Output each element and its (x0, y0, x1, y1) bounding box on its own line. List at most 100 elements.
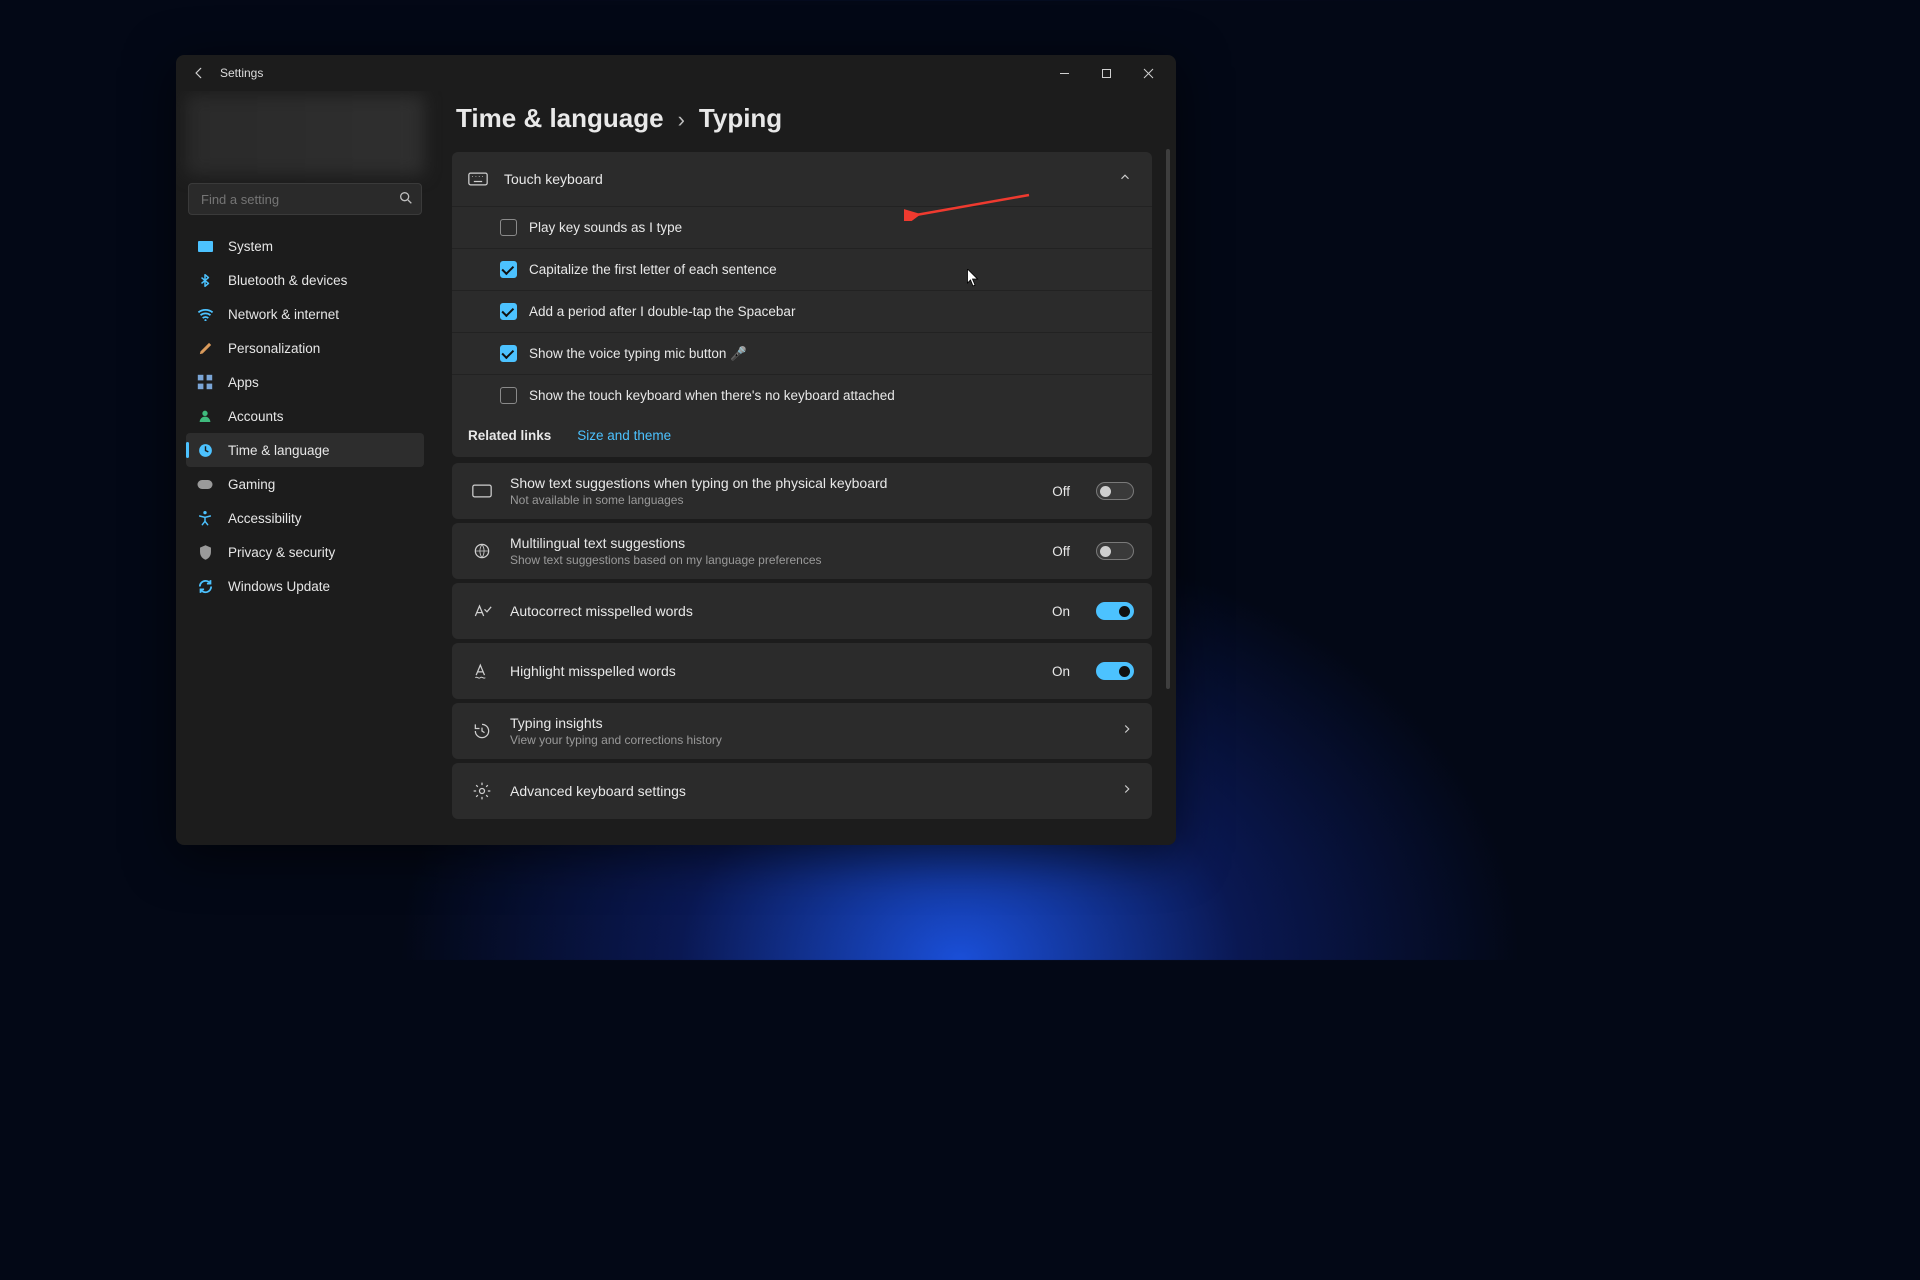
sidebar-item-label: Accessibility (228, 511, 302, 526)
close-icon (1143, 68, 1154, 79)
settings-window: Settings System Bluetooth & devices (176, 55, 1176, 845)
sidebar-item-label: Personalization (228, 341, 320, 356)
option-capitalize-first[interactable]: Capitalize the first letter of each sent… (452, 248, 1152, 290)
chevron-right-icon (1120, 722, 1134, 741)
chevron-up-icon (1118, 170, 1132, 189)
sidebar-item-bluetooth[interactable]: Bluetooth & devices (186, 263, 424, 297)
wifi-icon (196, 305, 214, 323)
setting-autocorrect[interactable]: Autocorrect misspelled words On (452, 583, 1152, 639)
setting-subtitle: Show text suggestions based on my langua… (510, 553, 1036, 567)
checkbox[interactable] (500, 345, 517, 362)
titlebar: Settings (176, 55, 1176, 91)
toggle-switch[interactable] (1096, 542, 1134, 560)
sidebar-item-label: System (228, 239, 273, 254)
page-title: Typing (699, 103, 782, 134)
setting-multilingual-suggestions[interactable]: Multilingual text suggestions Show text … (452, 523, 1152, 579)
sidebar-item-accounts[interactable]: Accounts (186, 399, 424, 433)
search-icon (398, 190, 414, 211)
person-icon (196, 407, 214, 425)
sidebar-item-accessibility[interactable]: Accessibility (186, 501, 424, 535)
display-icon (196, 237, 214, 255)
apps-icon (196, 373, 214, 391)
related-links-label: Related links (468, 428, 551, 443)
scrollbar[interactable] (1166, 149, 1170, 689)
checkbox[interactable] (500, 387, 517, 404)
setting-title: Autocorrect misspelled words (510, 603, 1036, 619)
main-content: Time & language › Typing Touch keyboard (434, 91, 1176, 845)
related-links: Related links Size and theme (452, 416, 1152, 457)
sidebar-item-gaming[interactable]: Gaming (186, 467, 424, 501)
sidebar-item-update[interactable]: Windows Update (186, 569, 424, 603)
option-play-key-sounds[interactable]: Play key sounds as I type (452, 206, 1152, 248)
setting-advanced-keyboard[interactable]: Advanced keyboard settings (452, 763, 1152, 819)
option-label: Play key sounds as I type (529, 220, 682, 235)
sidebar-item-system[interactable]: System (186, 229, 424, 263)
option-show-touch-keyboard[interactable]: Show the touch keyboard when there's no … (452, 374, 1152, 416)
minimize-button[interactable] (1044, 58, 1084, 88)
sidebar-item-label: Time & language (228, 443, 330, 458)
touch-keyboard-header[interactable]: Touch keyboard (452, 152, 1152, 206)
sidebar-item-apps[interactable]: Apps (186, 365, 424, 399)
setting-typing-insights[interactable]: Typing insights View your typing and cor… (452, 703, 1152, 759)
checkbox[interactable] (500, 303, 517, 320)
user-profile[interactable] (186, 95, 424, 175)
setting-title: Highlight misspelled words (510, 663, 1036, 679)
sidebar-item-label: Bluetooth & devices (228, 273, 347, 288)
card-title: Touch keyboard (504, 171, 1118, 187)
bluetooth-icon (196, 271, 214, 289)
option-label: Capitalize the first letter of each sent… (529, 262, 777, 277)
size-theme-link[interactable]: Size and theme (577, 428, 671, 443)
toggle-state: On (1052, 664, 1070, 679)
shield-icon (196, 543, 214, 561)
minimize-icon (1059, 68, 1070, 79)
close-button[interactable] (1128, 58, 1168, 88)
update-icon (196, 577, 214, 595)
sidebar-item-label: Gaming (228, 477, 275, 492)
accessibility-icon (196, 509, 214, 527)
toggle-state: Off (1052, 544, 1070, 559)
toggle-state: Off (1052, 484, 1070, 499)
sidebar-item-label: Accounts (228, 409, 284, 424)
setting-subtitle: View your typing and corrections history (510, 733, 1104, 747)
setting-title: Show text suggestions when typing on the… (510, 475, 1036, 491)
option-double-tap-period[interactable]: Add a period after I double-tap the Spac… (452, 290, 1152, 332)
touch-keyboard-card: Touch keyboard Play key sounds as I type… (452, 152, 1152, 457)
checkbox[interactable] (500, 219, 517, 236)
toggle-switch[interactable] (1096, 482, 1134, 500)
window-title: Settings (220, 66, 263, 80)
toggle-switch[interactable] (1096, 662, 1134, 680)
keyboard-icon (468, 172, 494, 186)
gear-icon (470, 781, 494, 801)
globe-text-icon (470, 541, 494, 561)
setting-title: Typing insights (510, 715, 1104, 731)
back-button[interactable] (188, 62, 210, 84)
search-input[interactable] (188, 183, 422, 215)
globe-clock-icon (196, 441, 214, 459)
sidebar-item-privacy[interactable]: Privacy & security (186, 535, 424, 569)
setting-title: Multilingual text suggestions (510, 535, 1036, 551)
sidebar-item-personalization[interactable]: Personalization (186, 331, 424, 365)
sidebar-item-label: Network & internet (228, 307, 339, 322)
sidebar-item-label: Privacy & security (228, 545, 335, 560)
toggle-switch[interactable] (1096, 602, 1134, 620)
sidebar-item-time-language[interactable]: Time & language (186, 433, 424, 467)
setting-physical-suggestions[interactable]: Show text suggestions when typing on the… (452, 463, 1152, 519)
maximize-button[interactable] (1086, 58, 1126, 88)
breadcrumb: Time & language › Typing (456, 103, 1152, 134)
option-voice-typing-button[interactable]: Show the voice typing mic button 🎤 (452, 332, 1152, 374)
keyboard-icon (470, 484, 494, 498)
breadcrumb-parent[interactable]: Time & language (456, 103, 664, 134)
autocorrect-icon (470, 601, 494, 621)
sidebar-item-label: Apps (228, 375, 259, 390)
setting-highlight-misspelled[interactable]: Highlight misspelled words On (452, 643, 1152, 699)
toggle-state: On (1052, 604, 1070, 619)
sidebar: System Bluetooth & devices Network & int… (176, 91, 434, 845)
arrow-left-icon (192, 66, 206, 80)
maximize-icon (1101, 68, 1112, 79)
history-icon (470, 721, 494, 741)
checkbox[interactable] (500, 261, 517, 278)
sidebar-item-network[interactable]: Network & internet (186, 297, 424, 331)
option-label: Add a period after I double-tap the Spac… (529, 304, 795, 319)
option-label: Show the touch keyboard when there's no … (529, 388, 895, 403)
setting-subtitle: Not available in some languages (510, 493, 1036, 507)
